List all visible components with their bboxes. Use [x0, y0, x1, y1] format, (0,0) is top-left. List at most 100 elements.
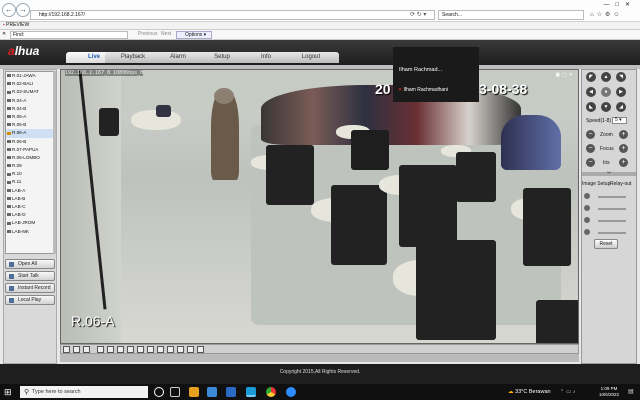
layout-9-icon[interactable] — [83, 346, 90, 353]
layout-16-icon[interactable] — [97, 346, 104, 353]
camera-label: LAB-B — [12, 195, 26, 201]
layout-4-icon[interactable] — [73, 346, 80, 353]
list-item[interactable]: LAB-JROM — [6, 219, 55, 227]
windows-start-icon[interactable]: ⊞ — [4, 387, 14, 397]
start-talk-button[interactable]: Start Talk — [5, 271, 55, 281]
list-item[interactable]: R.05-B — [6, 121, 55, 129]
store-icon[interactable] — [207, 387, 217, 397]
chrome-icon[interactable] — [266, 387, 276, 397]
saturation-slider[interactable] — [598, 220, 626, 222]
list-item[interactable]: R.08-LOMBO — [6, 154, 55, 162]
contrast-slider[interactable] — [598, 208, 626, 210]
refresh-icon[interactable]: ⟳ ↻ ▾ — [410, 11, 426, 18]
list-item[interactable]: R.06-B — [6, 138, 55, 146]
camera-list-scrollbar[interactable] — [53, 71, 56, 254]
zoom-app-icon[interactable] — [286, 387, 296, 397]
ptz-down-left-icon[interactable]: ◣ — [586, 102, 596, 112]
close-all-icon[interactable] — [177, 346, 184, 353]
list-item[interactable]: LAB-A — [6, 187, 55, 195]
collapse-toggle[interactable]: ︾ — [582, 172, 636, 176]
layout-1-icon[interactable] — [63, 346, 70, 353]
find-previous-button[interactable]: Previous — [138, 31, 157, 37]
taskbar-search-input[interactable]: Type here to search — [20, 386, 148, 398]
ptz-down-right-icon[interactable]: ◢ — [616, 102, 626, 112]
video-feed[interactable]: 192.168.2.167_8 1080Kbps_H ▣▢✕ 20 3-08-3… — [60, 69, 579, 344]
ptz-down-icon[interactable]: ▼ — [601, 102, 611, 112]
list-item[interactable]: R.09 — [6, 162, 55, 170]
back-icon[interactable]: ← — [2, 3, 16, 17]
list-item[interactable]: LAB-C — [6, 203, 55, 211]
task-view-icon[interactable] — [170, 387, 180, 397]
taskbar-clock[interactable]: 1:09 PM 10/6/2022 — [594, 385, 624, 398]
weather-widget[interactable]: ☁ 33°C Berawan — [508, 385, 551, 399]
list-item[interactable]: R.04-B — [6, 105, 55, 113]
iris-close-button[interactable]: − — [586, 158, 595, 167]
address-bar[interactable]: http://192.168.2.167/ — [30, 10, 435, 20]
find-next-button[interactable]: Next — [161, 31, 171, 37]
list-item[interactable]: R.02-BALI — [6, 80, 55, 88]
window-controls[interactable]: —□✕ — [585, 1, 640, 9]
display-ratio-icon[interactable] — [187, 346, 194, 353]
zoom-in-button[interactable]: + — [619, 130, 628, 139]
ptz-up-right-icon[interactable]: ◥ — [616, 72, 626, 82]
ptz-up-icon[interactable]: ▲ — [601, 72, 611, 82]
hue-slider[interactable] — [598, 232, 626, 234]
settings-icon[interactable] — [197, 346, 204, 353]
find-label: Find: — [13, 32, 25, 38]
zoom-icon[interactable] — [157, 346, 164, 353]
list-item[interactable]: R.10 — [6, 170, 55, 178]
ptz-left-icon[interactable]: ◀ — [586, 87, 596, 97]
list-item-selected[interactable]: R.06-A — [6, 129, 55, 138]
find-close-icon[interactable]: ✕ — [0, 31, 6, 37]
list-item[interactable]: R.01-JAWA — [6, 72, 55, 80]
video-scrollbar[interactable] — [60, 354, 579, 362]
iris-open-button[interactable]: + — [619, 158, 628, 167]
ptz-up-left-icon[interactable]: ◤ — [586, 72, 596, 82]
cortana-icon[interactable] — [154, 387, 164, 397]
camera-icon — [7, 221, 11, 225]
browser-tool-icons[interactable]: ⌂☆⚙☺ — [590, 11, 636, 20]
camera-label: R.06-A — [12, 130, 27, 136]
record-toggle-icon[interactable] — [137, 346, 144, 353]
stream-icon[interactable] — [167, 346, 174, 353]
browser-search-input[interactable]: Search... — [438, 10, 584, 20]
notification-icon[interactable]: ▤ — [628, 388, 634, 395]
find-input[interactable]: Find: — [10, 31, 128, 39]
list-item[interactable]: LAB-D — [6, 211, 55, 219]
ptz-right-icon[interactable]: ▶ — [616, 87, 626, 97]
audio-icon[interactable] — [147, 346, 154, 353]
find-options-button[interactable]: Options ▾ — [176, 31, 212, 39]
forward-icon[interactable]: → — [16, 3, 30, 17]
zoom-out-button[interactable]: − — [586, 130, 595, 139]
video-corner-icons[interactable]: ▣▢✕ — [555, 72, 575, 78]
tab-logout[interactable]: Logout — [283, 52, 339, 63]
local-play-button[interactable]: Local Play — [5, 295, 55, 305]
reset-button[interactable]: Reset — [594, 239, 618, 249]
system-tray-icons[interactable]: ⌃▭♪ — [560, 385, 577, 399]
instant-record-button[interactable]: Instant Record — [5, 283, 55, 293]
list-item[interactable]: R.05-A — [6, 113, 55, 121]
layout-custom-icon[interactable] — [107, 346, 114, 353]
fullscreen-icon[interactable] — [117, 346, 124, 353]
list-item[interactable]: LAB-MK — [6, 228, 55, 236]
list-item[interactable]: R.03-SUMAT — [6, 88, 55, 96]
file-explorer-icon[interactable] — [189, 387, 199, 397]
list-item[interactable]: LAB-B — [6, 195, 55, 203]
open-all-button[interactable]: Open All — [5, 259, 55, 269]
speed-select[interactable]: 5 ▾ — [612, 117, 627, 124]
camera-label: R.10 — [12, 171, 22, 177]
focus-in-button[interactable]: + — [619, 144, 628, 153]
edge-icon[interactable] — [246, 387, 256, 397]
list-item[interactable]: R.07-PAPUA — [6, 146, 55, 154]
camera-list[interactable]: R.01-JAWA R.02-BALI R.03-SUMAT R.04-A R.… — [5, 71, 56, 254]
brightness-slider[interactable] — [598, 196, 626, 198]
browser-tab[interactable]: ▪ PREVIEW — [0, 22, 640, 30]
mail-icon[interactable] — [226, 387, 236, 397]
list-item[interactable]: R.04-A — [6, 97, 55, 105]
ptz-center-icon[interactable]: ● — [601, 87, 611, 97]
snapshot-icon[interactable] — [127, 346, 134, 353]
list-item[interactable]: R.11 — [6, 178, 55, 186]
participant-popup[interactable]: Ilham Rachmad... ✕ Ilham Rachmadhani — [393, 47, 479, 102]
focus-out-button[interactable]: − — [586, 144, 595, 153]
chair — [351, 130, 389, 170]
